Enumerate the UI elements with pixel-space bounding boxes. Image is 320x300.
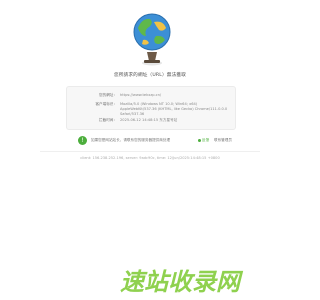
url-value: https://www.tekxzp.cn/	[120, 93, 162, 97]
notice-text: 如果您是网站站长，请联系您的服务器提供商处理	[91, 138, 171, 142]
info-icon: !	[78, 136, 87, 145]
feedback-button[interactable]: 反馈	[198, 138, 209, 143]
request-info-panel: 您的網址： https://www.tekxzp.cn/ 客户端标识： Mozi…	[66, 86, 236, 130]
url-label: 您的網址：	[99, 93, 117, 97]
admin-notice: ! 如果您是网站站长，请联系您的服务器提供商处理 反馈 联系管理员	[78, 136, 238, 146]
divider	[40, 151, 260, 152]
user-agent-value: Mozilla/5.0 (Windows NT 10.0; Win64; x64…	[120, 102, 228, 116]
dot-icon	[198, 138, 201, 142]
time-label: 拦截时间：	[99, 118, 117, 122]
time-value: 2025-06-12 14:48:15 东方星号站	[120, 118, 178, 122]
user-agent-label: 客户端标识：	[95, 102, 117, 106]
globe-illustration	[130, 8, 174, 68]
contact-admin-link[interactable]: 联系管理员	[214, 138, 232, 143]
feedback-label: 反馈	[202, 138, 210, 142]
footer-details: client: 156.238.252.196, server: 9adc90c…	[80, 156, 220, 160]
error-message: 您所請求的網址（URL）無法獲取	[113, 73, 187, 78]
brand-logo: 速站收录网	[120, 268, 240, 296]
